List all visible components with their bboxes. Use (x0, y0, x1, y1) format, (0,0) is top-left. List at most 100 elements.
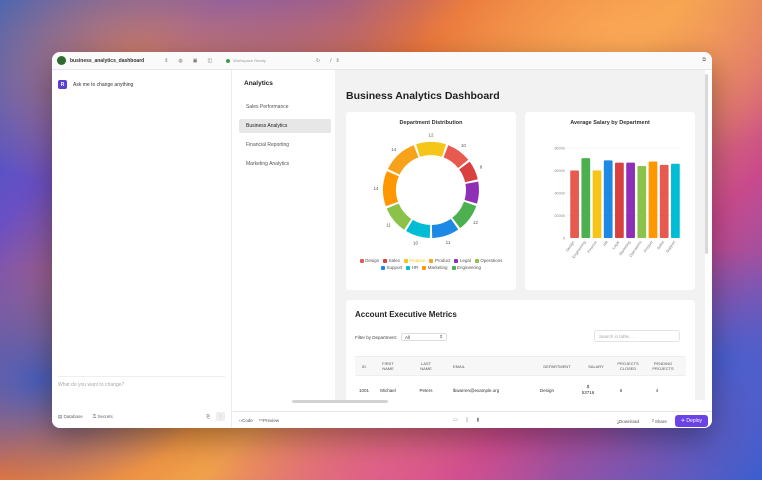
bottom-actions: ⤓ Download ⇪ Share ✈ Deploy (605, 415, 708, 427)
bar-support[interactable] (671, 163, 680, 238)
col-email[interactable]: EMAIL (449, 364, 469, 369)
x-tick-label: Product (643, 240, 654, 254)
top-bar: business_analytics_dashboard ⇕ ◍ ▣ ◫ Wor… (52, 52, 712, 70)
horizontal-scrollbar[interactable] (292, 400, 388, 403)
col-department[interactable]: DEPARTMENT (537, 364, 577, 369)
col-id[interactable]: ID (359, 364, 369, 369)
legend-label: HR (411, 265, 419, 270)
sidebar-item-sales-performance[interactable]: Sales Performance (239, 100, 331, 114)
legend-item-operations[interactable]: Operations (474, 258, 503, 263)
legend-swatch (383, 258, 388, 263)
chevron-updown-icon[interactable]: ⇕ (164, 58, 168, 64)
chevron-updown-icon: ⇕ (439, 334, 444, 339)
donut-slice-label: 10 (413, 240, 419, 245)
legend-item-sales[interactable]: Sales (383, 258, 400, 263)
donut-slice-marketing[interactable] (383, 171, 399, 207)
legend-swatch (403, 258, 408, 263)
x-tick-label: Design (565, 240, 575, 252)
x-tick-label: Sales (656, 240, 665, 250)
cell-projects-closed: 6 (619, 388, 623, 393)
deploy-button[interactable]: ✈ Deploy (674, 415, 708, 427)
share-button[interactable]: ⇪ Share (651, 418, 667, 424)
deploy-label: Deploy (686, 418, 702, 424)
donut-slice-hr[interactable] (406, 219, 431, 238)
col-pending-projects[interactable]: PENDING PROJECTS (647, 361, 679, 371)
filter-label: Filter by Department: (355, 334, 398, 340)
database-button[interactable]: ▤ Database (58, 414, 83, 420)
bar-operations[interactable] (637, 166, 647, 238)
legend-label: Marketing (427, 265, 448, 270)
legend-item-design[interactable]: Design (359, 258, 379, 263)
y-tick-label: 80000 (554, 147, 565, 151)
col-salary[interactable]: SALARY (585, 364, 607, 369)
legend-item-engineering[interactable]: Engineering (451, 265, 482, 270)
cell-email: lbwarren@example.org (452, 388, 500, 393)
secrets-button[interactable]: ⚿ Secrets (93, 414, 113, 419)
sidebar-item-financial-reporting[interactable]: Financial Reporting (239, 138, 331, 152)
donut-slice-finance[interactable] (416, 142, 446, 157)
account-executive-metrics-card: Account Executive Metrics Filter by Depa… (346, 300, 695, 400)
download-button[interactable]: ⤓ Download (617, 419, 639, 424)
donut-chart: 12 10 8 12 11 10 11 14 14 (374, 133, 483, 246)
chevron-updown-icon[interactable]: ⇕ (335, 58, 339, 64)
legend-item-product[interactable]: Product (429, 258, 450, 263)
legend-swatch (474, 258, 479, 263)
y-tick-label: 40000 (554, 192, 565, 196)
donut-slice-design[interactable] (443, 145, 469, 168)
bar-engineering[interactable] (581, 158, 591, 238)
dashboard-main: Business Analytics Dashboard Department … (335, 70, 705, 400)
settings-icon[interactable]: ▣ (193, 58, 198, 64)
vertical-scrollbar[interactable] (705, 74, 708, 254)
tablet-icon[interactable]: ▯ (466, 417, 477, 423)
bar-design[interactable] (570, 170, 579, 239)
preview-path[interactable]: / (330, 58, 331, 64)
bar-marketing[interactable] (626, 162, 635, 238)
layout-icon[interactable]: ◫ (208, 58, 213, 64)
sidebar-item-marketing-analytics[interactable]: Marketing Analytics (239, 157, 331, 171)
open-external-icon[interactable]: ⧉ (702, 57, 706, 63)
legend-item-legal[interactable]: Legal (454, 258, 471, 263)
cell-id: 1001 (359, 388, 370, 393)
donut-slice-label: 8 (480, 165, 483, 170)
sidebar-item-business-analytics[interactable]: Business Analytics (239, 119, 331, 133)
col-last-name[interactable]: LAST NAME (415, 361, 437, 371)
legend-item-marketing[interactable]: Marketing (422, 265, 448, 270)
preview-tab[interactable]: ▭ Preview (259, 417, 279, 423)
globe-icon[interactable]: ◍ (178, 58, 182, 64)
donut-slice-legal[interactable] (464, 181, 479, 204)
filter-value: All (405, 334, 411, 340)
donut-slice-label: 11 (446, 240, 451, 245)
desktop-icon[interactable]: ▭ (453, 417, 466, 423)
mobile-icon[interactable]: ▮ (477, 417, 488, 423)
chat-input[interactable]: What do you want to change? (58, 376, 225, 388)
analytics-sidebar: Analytics Sales Performance Business Ana… (237, 70, 333, 400)
legend-label: Operations (480, 258, 503, 263)
donut-slice-label: 12 (473, 220, 479, 225)
project-name[interactable]: business_analytics_dashboard (70, 58, 144, 64)
table-search-input[interactable]: Search in table... (594, 330, 680, 342)
cell-first-name: Michael (380, 388, 396, 393)
donut-slice-support[interactable] (431, 218, 459, 238)
code-tab[interactable]: ‹› Code (239, 418, 253, 423)
x-tick-label: Legal (612, 240, 621, 250)
code-tab-label: Code (242, 417, 253, 423)
legend-item-finance[interactable]: Finance (403, 258, 425, 263)
department-filter-select[interactable]: All ⇕ (401, 333, 448, 341)
bar-sales[interactable] (659, 164, 669, 238)
status-dot-icon (226, 58, 231, 63)
project-avatar[interactable] (57, 56, 66, 65)
chat-prompt-label: Ask me to change anything (73, 81, 134, 88)
bar-legal[interactable] (615, 162, 624, 238)
legend-item-hr[interactable]: HR (406, 265, 418, 270)
attach-icon[interactable]: ⎘ (206, 414, 210, 419)
refresh-icon[interactable]: ↻ (316, 58, 320, 64)
bar-product[interactable] (648, 161, 658, 239)
sidebar-title: Analytics (244, 80, 273, 87)
col-first-name[interactable]: FIRST NAME (377, 361, 399, 371)
send-button[interactable]: ↑ (216, 412, 225, 421)
legend-label: Engineering (457, 265, 482, 270)
bar-hr[interactable] (603, 160, 613, 238)
col-projects-closed[interactable]: PROJECTS CLOSED (613, 361, 643, 371)
bar-finance[interactable] (592, 170, 602, 239)
legend-item-support[interactable]: Support (380, 265, 402, 270)
